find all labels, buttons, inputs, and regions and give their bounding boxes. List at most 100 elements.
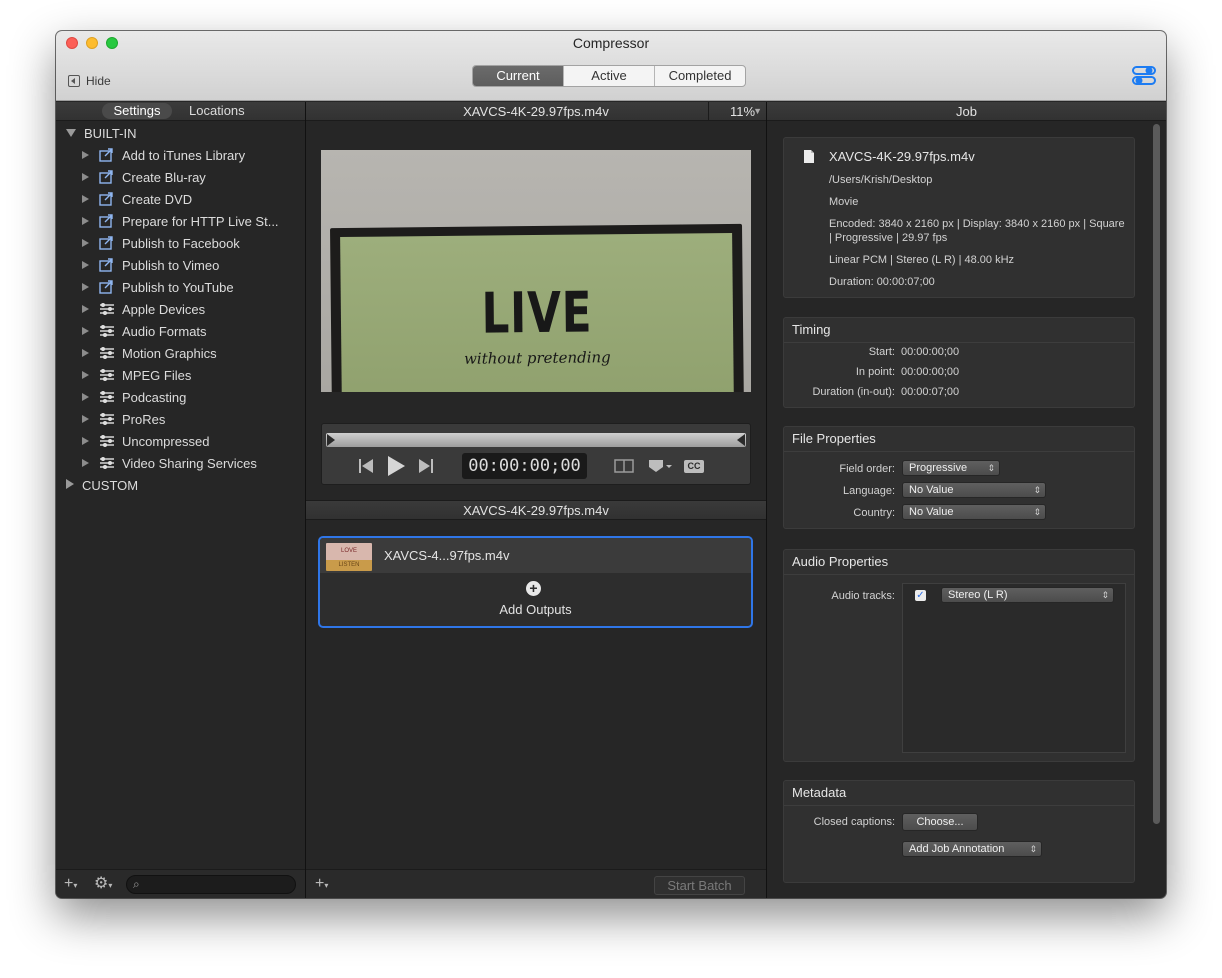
job-thumbnail: LOVE LISTEN [326,543,372,571]
disclosure-triangle-icon[interactable] [82,195,89,203]
play-icon[interactable] [386,455,406,477]
sidebar-item[interactable]: MPEG Files [82,364,191,386]
disclosure-triangle-icon[interactable] [82,415,89,423]
file-properties-panel: File Properties Field order: Progressive… [783,426,1135,529]
inspector-scrollbar[interactable] [1153,124,1162,826]
sidebar-item[interactable]: Prepare for HTTP Live St... [82,210,279,232]
out-point-marker[interactable] [737,434,745,446]
sidebar-item[interactable]: Apple Devices [82,298,205,320]
tab-settings[interactable]: Settings [102,103,172,119]
segment-completed[interactable]: Completed [655,66,745,86]
add-setting-button[interactable]: +▾ [64,876,77,894]
closed-captions-icon[interactable]: CC [684,460,704,473]
sidebar-tab-bar: Settings Locations [56,102,305,121]
field-order-select[interactable]: Progressive [902,460,1000,476]
disclosure-triangle-icon[interactable] [82,217,89,225]
sidebar-item[interactable]: ProRes [82,408,165,430]
disclosure-triangle-icon[interactable] [82,151,89,159]
sidebar-item[interactable]: Create DVD [82,188,192,210]
hide-sidebar-button[interactable]: Hide [68,74,111,88]
disclosure-triangle-icon[interactable] [82,349,89,357]
gear-icon[interactable]: ⚙▾ [94,876,112,894]
inspector-header: Job [767,102,1166,121]
disclosure-triangle-icon[interactable] [82,305,89,313]
inspector-scroll-thumb[interactable] [1153,124,1160,824]
start-label: Start: [868,346,895,358]
in-point-marker[interactable] [327,434,335,446]
share-icon [99,236,122,250]
sidebar-item[interactable]: Podcasting [82,386,186,408]
group-builtin-label: BUILT-IN [84,126,137,141]
group-builtin[interactable]: BUILT-IN [66,126,137,141]
transport-controls: 00:00:00;00 CC [321,423,751,485]
preview-big-text: LIVE [481,280,593,347]
settings-group-icon [99,390,122,404]
tab-locations[interactable]: Locations [189,103,245,119]
settings-group-icon [99,412,122,426]
sidebar-item[interactable]: Add to iTunes Library [82,144,245,166]
country-select[interactable]: No Value [902,504,1046,520]
audio-track-select[interactable]: Stereo (L R) [941,587,1114,603]
batch-footer: +▾ Start Batch [306,869,766,898]
disclosure-triangle-icon[interactable] [82,239,89,247]
disclosure-triangle-icon[interactable] [82,261,89,269]
disclosure-triangle-icon[interactable] [82,459,89,467]
segment-current[interactable]: Current [473,66,564,86]
previous-frame-icon[interactable] [358,458,374,474]
disclosure-triangle-icon[interactable] [82,371,89,379]
file-properties-title: File Properties [792,431,876,446]
disclosure-triangle-icon[interactable] [82,327,89,335]
sidebar-item-label: Publish to Vimeo [122,257,220,273]
add-file-button[interactable]: +▾ [315,876,328,894]
disclosure-triangle-icon[interactable] [82,173,89,181]
inspector-divider[interactable] [766,102,767,898]
settings-group-icon [99,324,122,338]
window-title: Compressor [572,35,650,51]
start-batch-button[interactable]: Start Batch [654,876,745,895]
group-custom[interactable]: CUSTOM [66,478,138,493]
disclosure-triangle-icon[interactable] [82,283,89,291]
audio-track-checkbox[interactable]: ✓ [915,590,926,601]
audio-properties-panel: Audio Properties Audio tracks: ✓ Stereo … [783,549,1135,762]
sidebar-item[interactable]: Motion Graphics [82,342,217,364]
disclosure-closed-icon [66,479,74,489]
sidebar-item[interactable]: Create Blu-ray [82,166,206,188]
sidebar-item[interactable]: Uncompressed [82,430,209,452]
segment-active[interactable]: Active [564,66,655,86]
choose-captions-button[interactable]: Choose... [902,813,978,831]
timing-panel: Timing Start: 00:00:00;00 In point: 00:0… [783,317,1135,408]
audio-tracks-list: ✓ Stereo (L R) [902,583,1126,753]
add-job-annotation-select[interactable]: Add Job Annotation [902,841,1042,857]
settings-group-icon [99,346,122,360]
sidebar-item[interactable]: Video Sharing Services [82,452,257,474]
add-outputs-label[interactable]: Add Outputs [320,602,751,617]
zoom-popup[interactable]: 11% ▼ [708,102,766,121]
disclosure-triangle-icon[interactable] [82,437,89,445]
sidebar-item-label: Add to iTunes Library [122,147,246,163]
sidebar-item[interactable]: Audio Formats [82,320,207,342]
marker-icon[interactable] [648,459,672,473]
split-view-icon[interactable] [614,459,634,473]
inspector-toggle-icon[interactable] [1132,65,1156,87]
country-label: Country: [853,507,895,519]
sidebar-item-label: Publish to YouTube [122,279,234,295]
next-frame-icon[interactable] [418,458,434,474]
viewer-header: XAVCS-4K-29.97fps.m4v 11% ▼ [306,102,766,121]
sidebar-item[interactable]: Publish to Vimeo [82,254,219,276]
job-item[interactable]: LOVE LISTEN XAVCS-4...97fps.m4v + Add Ou… [318,536,753,628]
disclosure-triangle-icon[interactable] [82,393,89,401]
sidebar-item[interactable]: Publish to Facebook [82,232,240,254]
hide-label: Hide [86,74,111,88]
sidebar-item-label: Motion Graphics [122,345,217,361]
search-icon: ⌕ [133,877,140,891]
field-order-label: Field order: [839,463,895,475]
metadata-separator [784,805,1134,806]
scrubber-bar[interactable] [326,433,746,447]
sidebar-item[interactable]: Publish to YouTube [82,276,234,298]
add-output-icon[interactable]: + [526,581,541,596]
settings-search-input[interactable]: ⌕ [126,875,296,894]
thumbnail-bottom-text: LISTEN [326,560,372,571]
language-select[interactable]: No Value [902,482,1046,498]
settings-group-icon [99,368,122,382]
inspector-file-path: /Users/Krish/Desktop [829,174,933,186]
